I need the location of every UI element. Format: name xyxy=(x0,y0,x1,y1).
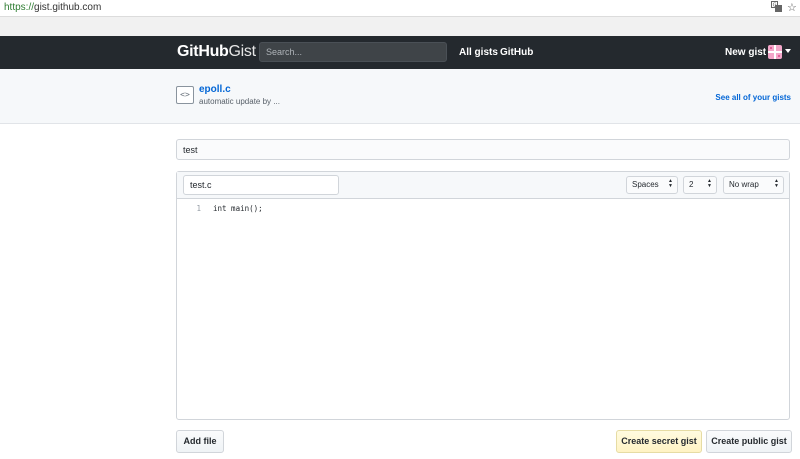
wrap-mode-value: No wrap xyxy=(729,180,759,189)
line-number: 1 xyxy=(196,204,201,213)
indent-mode-value: Spaces xyxy=(632,180,659,189)
url-scheme: https:// xyxy=(4,2,35,13)
search-input[interactable] xyxy=(259,42,447,62)
updown-icon: ▲ ▼ xyxy=(707,178,712,189)
wrap-mode-select[interactable]: No wrap ▲ ▼ xyxy=(723,176,784,194)
new-gist-link[interactable]: New gist xyxy=(725,47,766,58)
github-gist-logo[interactable]: GitHubGist xyxy=(177,43,256,61)
gist-description: automatic update by ... xyxy=(199,97,280,106)
browser-tab-strip xyxy=(0,17,800,36)
file-editor-header: Spaces ▲▼ 2 ▲▼ No wrap ▲▼ xyxy=(177,172,789,199)
file-editor: Spaces ▲▼ 2 ▲▼ No wrap ▲▼ 1 int main(); xyxy=(176,171,790,420)
logo-github: GitHub xyxy=(177,43,229,60)
code-line[interactable]: int main(); xyxy=(213,204,263,213)
see-all-gists-link[interactable]: See all of your gists xyxy=(715,93,791,102)
file-code-icon: <> xyxy=(176,86,194,104)
nav-all-gists[interactable]: All gists xyxy=(459,47,498,58)
chevron-down-icon xyxy=(785,49,791,53)
add-file-button[interactable]: Add file xyxy=(176,430,224,453)
star-icon[interactable]: ☆ xyxy=(787,1,797,15)
create-public-gist-button[interactable]: Create public gist xyxy=(706,430,792,453)
translate-icon[interactable]: G xyxy=(771,1,782,16)
code-editor[interactable]: 1 int main(); xyxy=(177,199,789,419)
url-text[interactable]: https://gist.github.com xyxy=(4,2,101,13)
updown-icon: ▲ ▼ xyxy=(668,178,673,189)
indent-size-select[interactable]: 2 ▲ ▼ xyxy=(683,176,717,194)
logo-gist: Gist xyxy=(228,43,257,60)
create-secret-gist-button[interactable]: Create secret gist xyxy=(616,430,702,453)
url-host: gist.github.com xyxy=(34,2,102,13)
avatar xyxy=(768,45,782,59)
site-header: GitHubGist All gists GitHub New gist xyxy=(0,36,800,69)
svg-text:G: G xyxy=(773,3,777,9)
user-menu[interactable] xyxy=(768,44,794,60)
gist-description-input[interactable] xyxy=(176,139,790,160)
browser-address-bar[interactable]: https://gist.github.com G ☆ xyxy=(0,0,800,17)
indent-mode-select[interactable]: Spaces ▲ ▼ xyxy=(626,176,678,194)
indent-size-value: 2 xyxy=(689,180,694,189)
filename-input[interactable] xyxy=(183,175,339,195)
updown-icon: ▲ ▼ xyxy=(774,178,779,189)
gist-subhead: <> epoll.c automatic update by ... See a… xyxy=(0,69,800,124)
nav-github[interactable]: GitHub xyxy=(500,47,533,58)
gist-title-link[interactable]: epoll.c xyxy=(199,84,231,95)
